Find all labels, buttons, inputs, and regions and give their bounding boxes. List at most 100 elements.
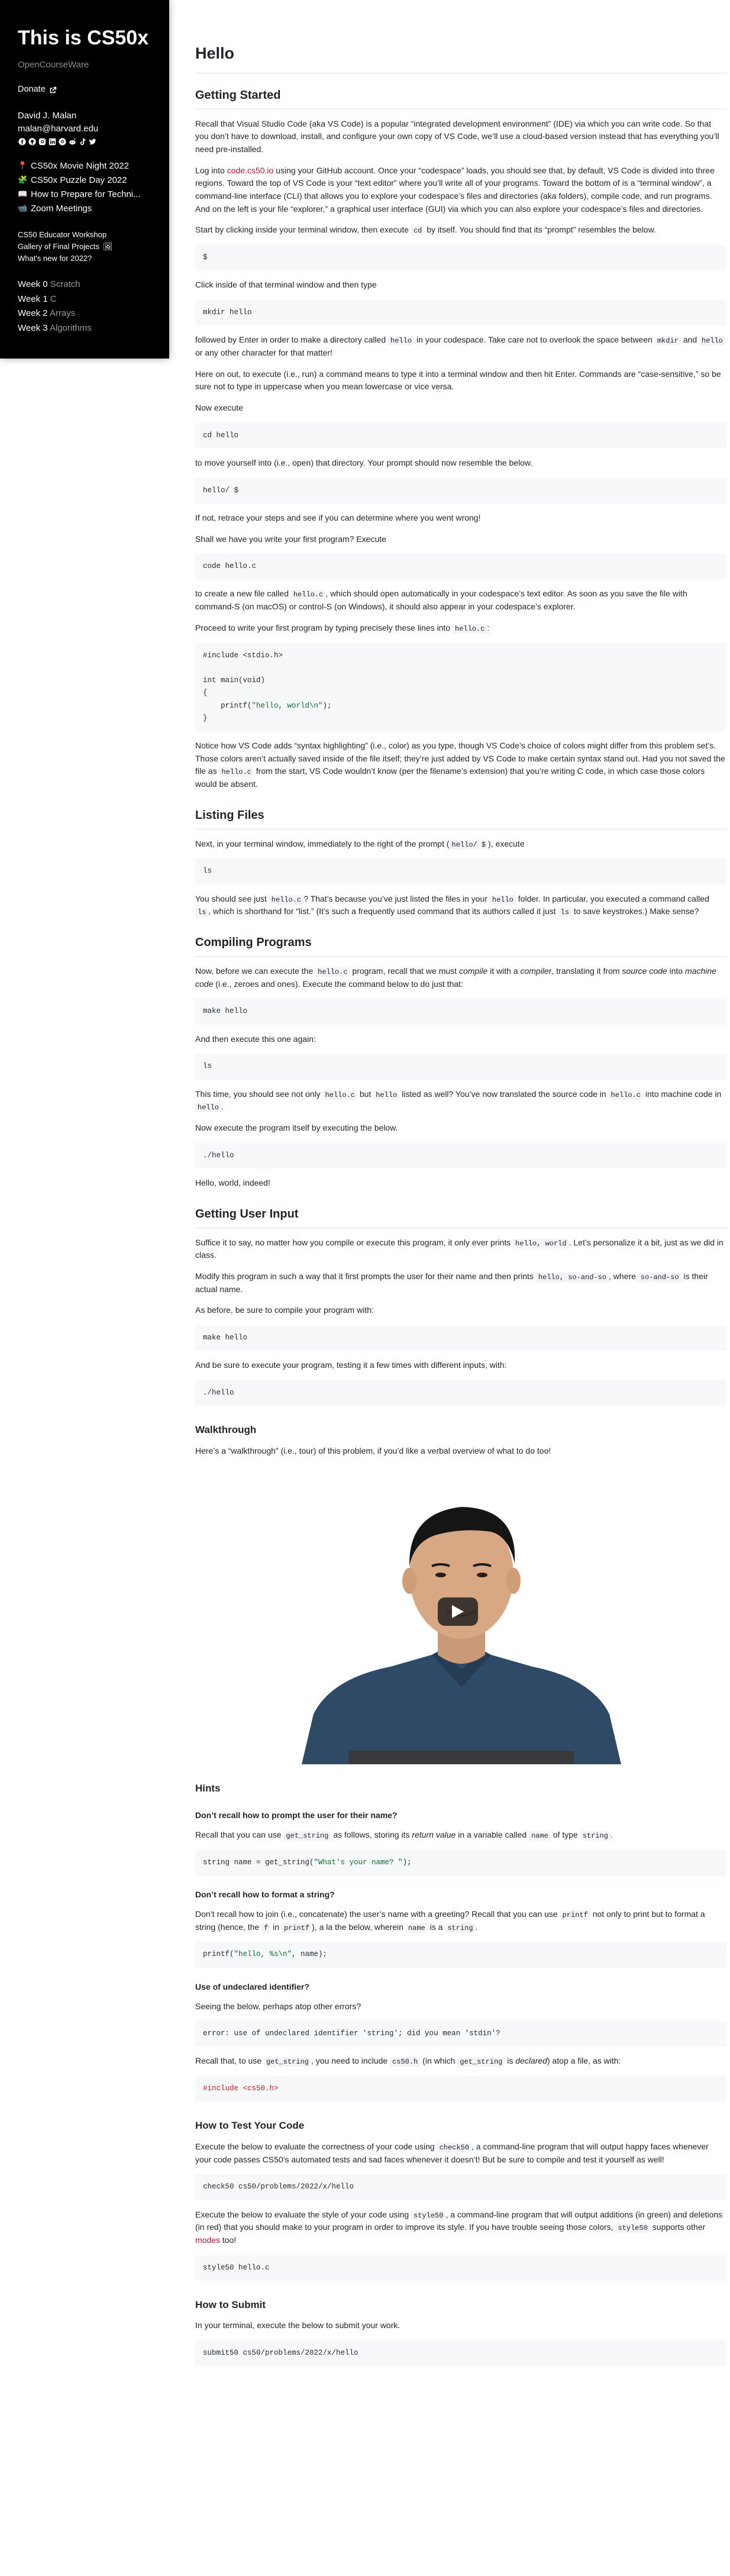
code-block: ./hello	[195, 1380, 726, 1406]
puzzle-icon: 🧩	[18, 175, 28, 185]
week-0-link[interactable]: Week 0 Scratch	[18, 277, 151, 292]
submit-heading: How to Submit	[195, 2299, 266, 2310]
donate-link[interactable]: Donate	[18, 83, 151, 96]
code-block: style50 hello.c	[195, 2255, 726, 2281]
week-topic: Scratch	[50, 279, 80, 289]
week-1-link[interactable]: Week 1 C	[18, 292, 151, 307]
paragraph: Next, in your terminal window, immediate…	[195, 838, 525, 850]
play-icon	[452, 1605, 464, 1619]
week-topic: Arrays	[49, 308, 76, 319]
hint-undeclared-identifier-heading[interactable]: Use of undeclared identifier?	[195, 1981, 726, 1993]
code-block: make hello	[195, 1325, 726, 1351]
paragraph: Start by clicking inside your terminal w…	[195, 225, 656, 236]
author-email[interactable]: malan@harvard.edu	[18, 122, 151, 135]
inline-code: hello.c	[452, 624, 487, 634]
event-label: How to Prepare for Techni...	[31, 189, 141, 199]
code-block: make hello	[195, 999, 726, 1025]
paragraph: Now execute	[195, 402, 243, 412]
hello-c-code-block: #include <stdio.h> int main(void){ print…	[195, 643, 726, 731]
code-block: cd hello	[195, 422, 726, 448]
page-title: Hello	[195, 41, 726, 73]
play-button[interactable]	[438, 1597, 478, 1626]
paragraph: Don’t recall how to join (i.e., concaten…	[195, 1909, 705, 1933]
modes-link[interactable]: modes	[195, 2235, 220, 2245]
walkthrough-video[interactable]	[195, 1465, 726, 1765]
pushpin-icon: 📍	[18, 161, 28, 170]
site-subtitle[interactable]: OpenCourseWare	[18, 59, 151, 72]
twitter-icon[interactable]	[88, 138, 96, 146]
author-name[interactable]: David J. Malan	[18, 109, 151, 122]
event-movie-night[interactable]: 📍 CS50x Movie Night 2022	[18, 159, 151, 173]
video-camera-icon: 📹	[18, 204, 28, 213]
site-title[interactable]: This is CS50x	[18, 26, 151, 50]
paragraph: to move yourself into (i.e., open) that …	[195, 457, 533, 467]
weeks-list: Week 0 Scratch Week 1 C Week 2 Arrays We…	[18, 277, 151, 336]
facebook-icon[interactable]	[18, 138, 26, 146]
paragraph: Seeing the below, perhaps atop other err…	[195, 2001, 361, 2011]
code-block: #include <cs50.h>	[195, 2076, 726, 2102]
getting-user-input-heading: Getting User Input	[195, 1205, 726, 1228]
week-label: Week 3	[18, 323, 48, 334]
gallery-link[interactable]: Gallery of Final Projects 🖼	[18, 241, 151, 253]
week-2-link[interactable]: Week 2 Arrays	[18, 306, 151, 321]
paragraph: Modify this program in such a way that i…	[195, 1271, 708, 1294]
event-tech-interviews[interactable]: 📖 How to Prepare for Techni...	[18, 188, 151, 202]
walkthrough-heading: Walkthrough	[195, 1424, 257, 1436]
week-3-link[interactable]: Week 3 Algorithms	[18, 321, 151, 336]
code-block: submit50 cs50/problems/2022/x/hello	[195, 2341, 726, 2367]
test-code-heading: How to Test Your Code	[195, 2120, 305, 2132]
paragraph: Recall that you can use get_string as fo…	[195, 1829, 613, 1841]
extra-label: What's new for 2022?	[18, 253, 92, 263]
instagram-icon[interactable]	[38, 138, 46, 146]
code-block: code hello.c	[195, 554, 726, 580]
inline-code: mkdir	[654, 336, 681, 346]
getting-started-heading: Getting Started	[195, 86, 726, 109]
social-links	[18, 138, 151, 146]
paragraph: followed by Enter in order to make a dir…	[195, 334, 726, 359]
event-label: CS50x Puzzle Day 2022	[31, 175, 127, 185]
week-topic: C	[50, 293, 57, 304]
educator-workshop-link[interactable]: CS50 Educator Workshop	[18, 229, 151, 241]
paragraph: You should see just hello.c? That’s beca…	[195, 893, 709, 918]
inline-code: hello	[699, 336, 726, 346]
hints-heading: Hints	[195, 1783, 221, 1794]
github-icon[interactable]	[28, 138, 36, 146]
event-label: Zoom Meetings	[31, 203, 92, 214]
paragraph: This time, you should see not only hello…	[195, 1089, 722, 1113]
book-icon: 📖	[18, 189, 28, 199]
paragraph: Execute the below to evaluate the style …	[195, 2209, 723, 2245]
event-zoom-meetings[interactable]: 📹 Zoom Meetings	[18, 202, 151, 216]
sidebar: This is CS50x OpenCourseWare Donate Davi…	[0, 0, 169, 359]
linkedin-icon[interactable]	[48, 138, 56, 146]
inline-code: hello/ $	[449, 840, 489, 850]
compiling-programs-heading: Compiling Programs	[195, 934, 726, 957]
code-block: check50 cs50/problems/2022/x/hello	[195, 2174, 726, 2200]
donate-label[interactable]: Donate	[18, 83, 46, 96]
tiktok-icon[interactable]	[78, 138, 86, 146]
reddit-icon[interactable]	[68, 138, 76, 146]
extras-list: CS50 Educator Workshop Gallery of Final …	[18, 229, 151, 264]
whats-new-link[interactable]: What's new for 2022?	[18, 253, 151, 264]
events-list: 📍 CS50x Movie Night 2022 🧩 CS50x Puzzle Da…	[18, 159, 151, 216]
hint-format-string-heading[interactable]: Don’t recall how to format a string?	[195, 1889, 726, 1901]
event-puzzle-day[interactable]: 🧩 CS50x Puzzle Day 2022	[18, 173, 151, 188]
paragraph: And be sure to execute your program, tes…	[195, 1360, 507, 1370]
quora-icon[interactable]	[58, 138, 66, 146]
week-label: Week 2	[18, 308, 48, 319]
code-block: mkdir hello	[195, 299, 726, 326]
author-block: David J. Malan malan@harvard.edu	[18, 109, 151, 135]
hint-prompt-user-heading[interactable]: Don’t recall how to prompt the user for …	[195, 1809, 726, 1822]
listing-files-heading: Listing Files	[195, 806, 726, 829]
week-label: Week 0	[18, 279, 48, 289]
paragraph: Log into code.cs50.io using your GitHub …	[195, 165, 715, 214]
inline-code: hello.c	[219, 767, 254, 777]
paragraph: Now execute the program itself by execut…	[195, 1123, 398, 1132]
code-cs50-link[interactable]: code.cs50.io	[227, 166, 274, 175]
paragraph: to create a new file called hello.c, whi…	[195, 589, 687, 612]
paragraph: In your terminal, execute the below to s…	[195, 2320, 400, 2330]
paragraph: Recall that, to use get_string, you need…	[195, 2056, 621, 2067]
paragraph: Execute the below to evaluate the correc…	[195, 2141, 709, 2164]
inline-code: hello	[388, 336, 415, 346]
paragraph: Recall that Visual Studio Code (aka VS C…	[195, 118, 719, 154]
paragraph: Shall we have you write your first progr…	[195, 534, 386, 544]
